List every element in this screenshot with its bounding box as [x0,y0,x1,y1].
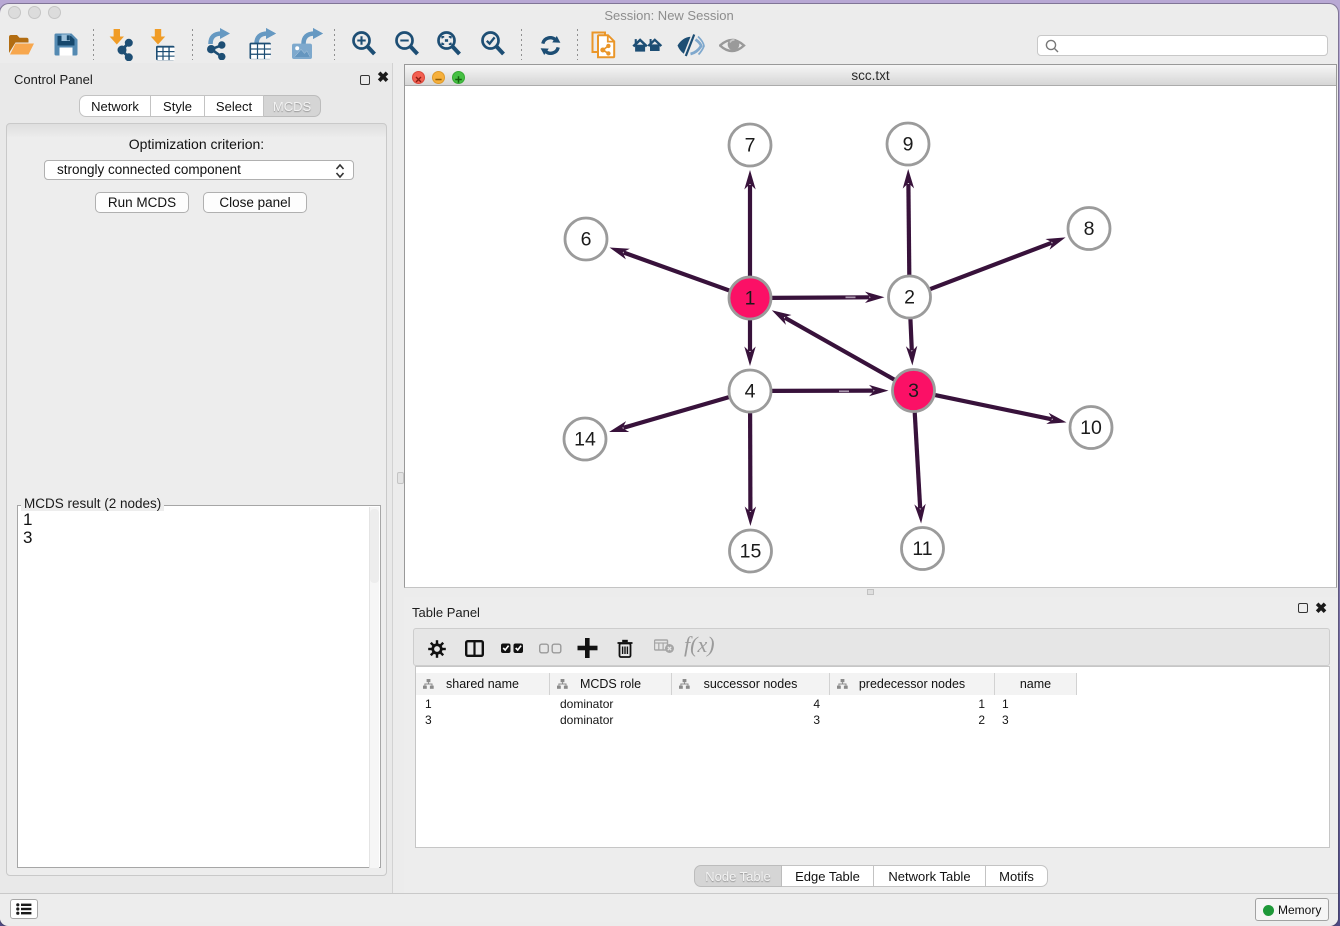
svg-text:1: 1 [745,288,756,310]
svg-text:8: 8 [1084,218,1095,240]
svg-text:15: 15 [740,541,762,563]
svg-text:14: 14 [574,429,596,451]
svg-text:7: 7 [745,135,756,157]
svg-text:9: 9 [903,134,914,156]
svg-text:3: 3 [908,380,919,402]
svg-text:6: 6 [581,229,592,251]
svg-text:2: 2 [904,287,915,309]
svg-text:4: 4 [745,381,756,403]
svg-text:10: 10 [1080,417,1102,439]
svg-text:11: 11 [912,538,932,560]
